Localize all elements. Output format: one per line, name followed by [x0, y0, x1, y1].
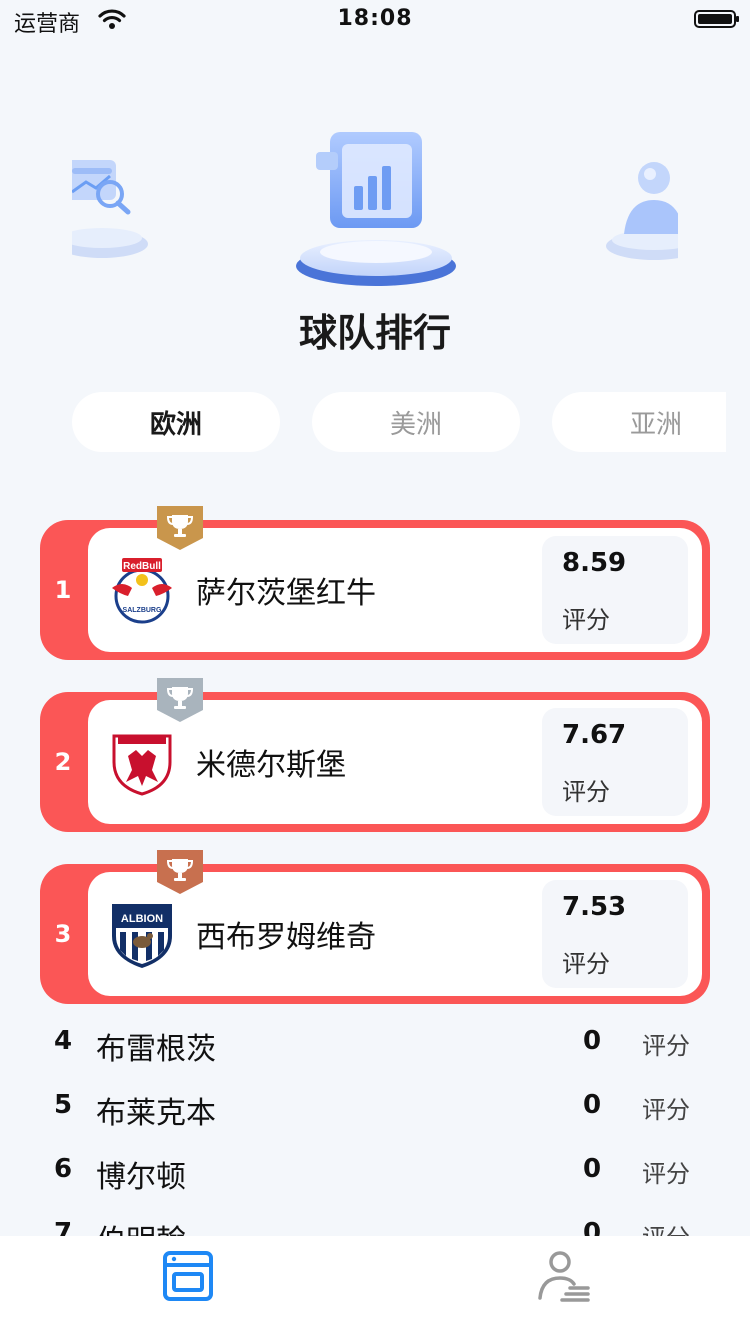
rank-number: 6 [54, 1154, 73, 1184]
score-label: 评分 [562, 606, 610, 634]
region-tabs: 欧洲 美洲 亚洲 [0, 392, 726, 454]
team-name: 布莱克本 [96, 1096, 216, 1131]
score-label: 评分 [642, 1160, 690, 1188]
top-team-card[interactable]: 1 RedBull SALZBURG 萨尔茨堡红牛 8.59 评分 [40, 520, 710, 660]
team-score: 0 [582, 1218, 602, 1236]
status-bar: 运营商 18:08 [0, 0, 750, 44]
rank-number: 5 [54, 1090, 73, 1120]
team-score: 0 [582, 1154, 602, 1184]
rankings-icon[interactable] [160, 1248, 216, 1304]
team-name: 米德尔斯堡 [196, 748, 346, 783]
team-name: 布雷根茨 [96, 1032, 216, 1067]
score-box: 8.59 评分 [542, 536, 688, 644]
team-name: 萨尔茨堡红牛 [196, 576, 376, 611]
team-score: 0 [582, 1090, 602, 1120]
team-name: 博尔顿 [96, 1160, 186, 1195]
svg-text:SALZBURG: SALZBURG [123, 607, 162, 614]
trophy-bronze-icon [157, 850, 203, 894]
team-score: 8.59 [562, 548, 627, 578]
team-score: 7.53 [562, 892, 627, 922]
tab-americas[interactable]: 美洲 [312, 392, 520, 452]
battery-icon [694, 10, 739, 28]
score-label: 评分 [562, 950, 610, 978]
page-title: 球队排行 [298, 311, 451, 355]
score-label: 评分 [642, 1032, 690, 1060]
svg-text:ALBION: ALBION [121, 913, 163, 925]
red-bull-salzburg-logo: RedBull SALZBURG [112, 558, 172, 624]
team-name: 伯明翰 [96, 1216, 186, 1236]
team-row[interactable]: 4 布雷根茨 0 评分 [0, 1012, 750, 1076]
status-time: 18:08 [337, 6, 413, 31]
trophy-gold-icon [157, 506, 203, 550]
score-label: 评分 [562, 778, 610, 806]
score-box: 7.67 评分 [542, 708, 688, 816]
tab-europe[interactable]: 欧洲 [72, 392, 280, 452]
tab-asia[interactable]: 亚洲 [552, 392, 726, 452]
trophy-silver-icon [157, 678, 203, 722]
svg-text:RedBull: RedBull [123, 561, 161, 572]
team-list: 4 布雷根茨 0 评分 5 布莱克本 0 评分 6 博尔顿 0 评分 7 伯明翰… [0, 1012, 750, 1236]
team-score: 7.67 [562, 720, 627, 750]
profile-icon[interactable] [536, 1248, 592, 1304]
team-name: 西布罗姆维奇 [196, 920, 376, 955]
top-team-card[interactable]: 2 米德尔斯堡 7.67 评分 [40, 692, 710, 832]
top-team-card[interactable]: 3 ALBION 西布罗姆维奇 7.53 评分 [40, 864, 710, 1004]
category-carousel[interactable] [72, 130, 678, 290]
rank-number: 1 [54, 576, 72, 604]
rank-number: 7 [54, 1218, 73, 1236]
middlesbrough-logo [112, 734, 172, 796]
team-row[interactable]: 5 布莱克本 0 评分 [0, 1076, 750, 1140]
team-row[interactable]: 6 博尔顿 0 评分 [0, 1140, 750, 1204]
user-3d-icon[interactable] [598, 154, 678, 274]
bar-chart-3d-icon[interactable] [290, 130, 462, 290]
bottom-tab-bar [0, 1236, 750, 1334]
score-box: 7.53 评分 [542, 880, 688, 988]
rank-number: 4 [54, 1026, 73, 1056]
rank-number: 3 [54, 920, 72, 948]
team-row[interactable]: 7 伯明翰 0 评分 [0, 1204, 750, 1236]
west-brom-albion-logo: ALBION [112, 904, 172, 968]
search-chart-icon[interactable] [72, 152, 152, 272]
team-score: 0 [582, 1026, 602, 1056]
score-label: 评分 [642, 1096, 690, 1124]
rank-number: 2 [54, 748, 72, 776]
score-label: 评分 [642, 1218, 690, 1236]
